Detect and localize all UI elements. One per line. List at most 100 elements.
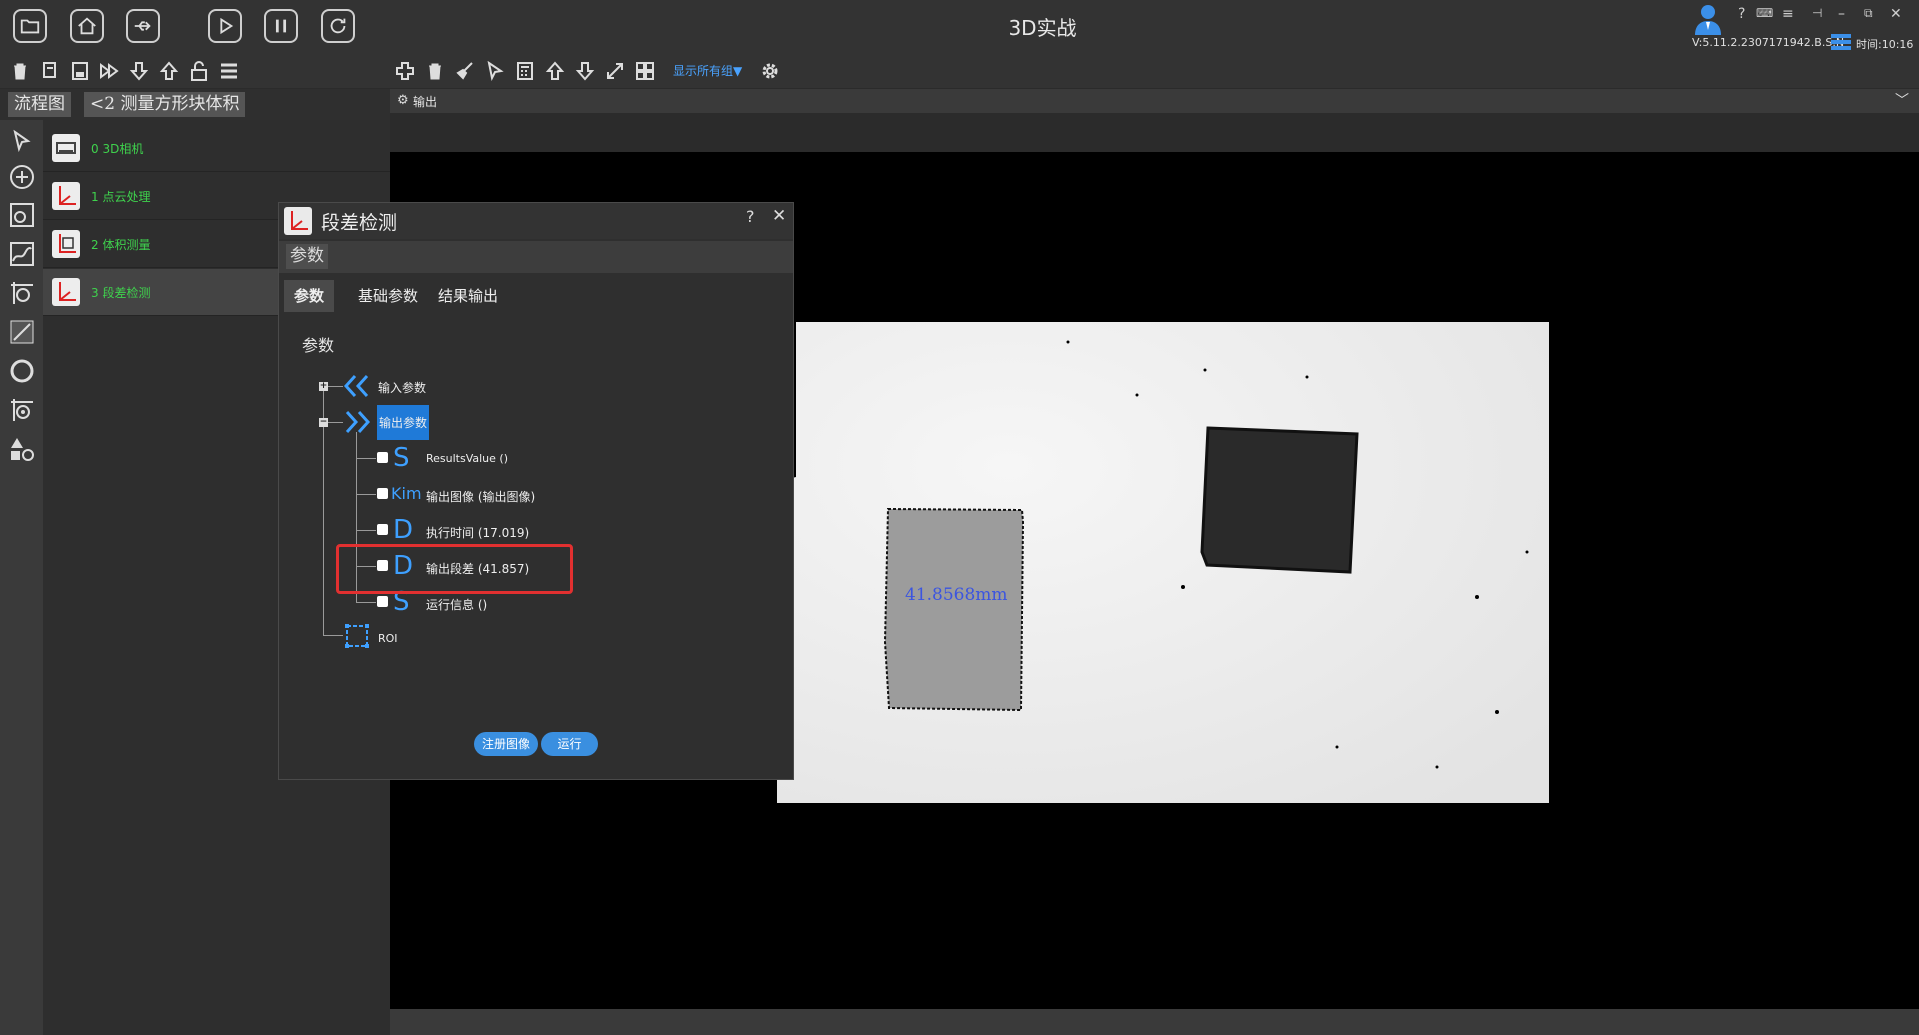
tree-node-exec-time[interactable]: 执行时间 (17.019) bbox=[426, 524, 529, 541]
tree-line bbox=[356, 494, 376, 495]
tree-node-output[interactable]: 输出参数 bbox=[377, 405, 430, 440]
move-down-tool-button[interactable] bbox=[574, 60, 596, 82]
menu-icon[interactable]: ≡ bbox=[1782, 6, 1794, 22]
delete-button[interactable] bbox=[9, 60, 31, 82]
settings-button[interactable] bbox=[759, 60, 781, 82]
save-button[interactable] bbox=[69, 60, 91, 82]
select-button[interactable] bbox=[484, 60, 506, 82]
arrow-up-icon bbox=[159, 61, 179, 80]
status-strip bbox=[390, 1009, 1919, 1035]
list-button[interactable] bbox=[218, 60, 240, 82]
pin-icon[interactable]: ⊣ bbox=[1812, 6, 1822, 20]
shapes-tool[interactable] bbox=[9, 436, 35, 462]
version-label: V:5.11.2.2307171942.B.S.N bbox=[1692, 36, 1845, 49]
string-type-icon: S bbox=[393, 443, 410, 473]
database-icon bbox=[1831, 34, 1851, 50]
double-chevron-right-icon bbox=[345, 410, 371, 434]
pointer-tool[interactable] bbox=[9, 129, 35, 155]
circle-tool[interactable] bbox=[9, 358, 35, 384]
params-heading: 参数 bbox=[302, 336, 335, 355]
checkbox[interactable] bbox=[377, 524, 388, 535]
locate-tool[interactable] bbox=[9, 397, 35, 423]
move-up-tool-button[interactable] bbox=[544, 60, 566, 82]
tab-basic-params[interactable]: 基础参数 bbox=[348, 280, 428, 312]
grid-button[interactable] bbox=[634, 60, 656, 82]
calculator-button[interactable] bbox=[514, 60, 536, 82]
unlock-button[interactable] bbox=[188, 60, 210, 82]
tree-node-output-image[interactable]: 输出图像 (输出图像) bbox=[426, 488, 535, 505]
image-icon bbox=[10, 203, 34, 227]
tree-line bbox=[323, 635, 343, 636]
collapse-toggle[interactable]: − bbox=[319, 418, 328, 427]
copy-button[interactable] bbox=[39, 60, 61, 82]
tab-breadcrumb[interactable]: <2 测量方形块体积 bbox=[84, 92, 246, 117]
restore-icon[interactable]: ⧉ bbox=[1864, 6, 1873, 21]
run-dialog-button[interactable]: 运行 bbox=[541, 732, 598, 756]
clear-button[interactable] bbox=[454, 60, 476, 82]
chevron-down-icon: ▼ bbox=[733, 64, 743, 78]
circle-icon bbox=[10, 359, 34, 383]
close-icon[interactable]: ✕ bbox=[772, 206, 786, 226]
show-groups-dropdown[interactable]: 显示所有组▼ bbox=[673, 62, 742, 79]
help-icon[interactable]: ? bbox=[746, 207, 755, 226]
expand-icon bbox=[607, 63, 623, 79]
add-tool[interactable] bbox=[9, 164, 35, 190]
move-up-button[interactable] bbox=[158, 60, 180, 82]
close-window-icon[interactable]: ✕ bbox=[1890, 6, 1902, 22]
arrow-down-icon bbox=[129, 62, 149, 81]
tree-node-roi[interactable]: ROI bbox=[378, 632, 398, 645]
tree-line bbox=[356, 458, 376, 459]
checkbox[interactable] bbox=[377, 452, 388, 463]
checkbox[interactable] bbox=[377, 596, 388, 607]
curve-icon bbox=[10, 242, 34, 266]
tab-params[interactable]: 参数 bbox=[284, 280, 335, 312]
gear-icon bbox=[762, 63, 778, 79]
target-icon bbox=[11, 282, 33, 304]
plus-icon bbox=[396, 62, 414, 80]
image-tool[interactable] bbox=[9, 202, 35, 228]
axis-icon bbox=[52, 182, 80, 210]
cursor-icon bbox=[13, 129, 31, 153]
axis-grid-icon bbox=[52, 230, 80, 258]
flow-item-camera[interactable]: 0 3D相机 bbox=[43, 125, 390, 172]
minimize-icon[interactable]: – bbox=[1838, 6, 1845, 22]
image-type-icon: Kim bbox=[391, 484, 422, 503]
flow-item-label: 1 点云处理 bbox=[91, 190, 151, 204]
axis-icon bbox=[284, 207, 312, 235]
tree-node-input[interactable]: 输入参数 bbox=[378, 379, 426, 396]
grid-icon bbox=[636, 62, 654, 80]
user-avatar-icon[interactable] bbox=[1691, 2, 1725, 36]
help-icon[interactable]: ? bbox=[1738, 6, 1745, 22]
tab-result-output[interactable]: 结果输出 bbox=[428, 280, 508, 312]
tree-node-results-value[interactable]: ResultsValue () bbox=[426, 452, 508, 465]
line-icon bbox=[10, 320, 34, 344]
output-title: 输出 bbox=[413, 95, 438, 109]
delete-tool-button[interactable] bbox=[424, 60, 446, 82]
fast-forward-button[interactable] bbox=[98, 60, 120, 82]
double-chevron-left-icon bbox=[343, 374, 369, 398]
arrow-up-icon bbox=[545, 61, 565, 80]
keyboard-icon[interactable]: ⌨ bbox=[1756, 6, 1773, 20]
gear-icon: ⚙ bbox=[397, 93, 409, 108]
line-tool[interactable] bbox=[9, 319, 35, 345]
broom-icon bbox=[456, 62, 473, 80]
chevron-down-icon[interactable]: ﹀ bbox=[1895, 90, 1909, 110]
curve-tool[interactable] bbox=[9, 241, 35, 267]
add-button[interactable] bbox=[394, 60, 416, 82]
tree-node-run-info[interactable]: 运行信息 () bbox=[426, 596, 487, 613]
checkbox[interactable] bbox=[377, 488, 388, 499]
tree-line bbox=[356, 530, 376, 531]
double-type-icon: D bbox=[393, 515, 414, 545]
tab-flowchart[interactable]: 流程图 bbox=[8, 92, 71, 117]
camera-icon bbox=[52, 134, 80, 162]
target-tool[interactable] bbox=[9, 280, 35, 306]
show-groups-label: 显示所有组 bbox=[673, 64, 734, 78]
roi-icon bbox=[345, 624, 369, 648]
expand-toggle[interactable]: + bbox=[319, 382, 328, 391]
expand-button[interactable] bbox=[604, 60, 626, 82]
output-header bbox=[390, 89, 1919, 113]
register-image-button[interactable]: 注册图像 bbox=[474, 732, 538, 756]
cursor-icon bbox=[487, 61, 504, 81]
move-down-button[interactable] bbox=[128, 60, 150, 82]
dialog-section-label: 参数 bbox=[286, 244, 328, 269]
